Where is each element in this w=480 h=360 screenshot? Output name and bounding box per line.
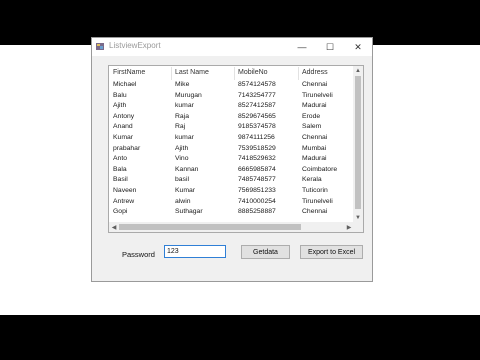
table-row[interactable]: prabahar Ajith 7539518529 Mumbai xyxy=(109,144,354,155)
cell-mobileno: 8574124578 xyxy=(238,81,276,88)
cell-mobileno: 7143254777 xyxy=(238,91,276,99)
vertical-scrollbar[interactable]: ▲ ▼ xyxy=(353,66,363,223)
listview-grid: FirstName Last Name MobileNo Address Mic… xyxy=(109,66,354,224)
password-label: Password xyxy=(122,250,155,259)
cell-address: Chennai xyxy=(302,81,328,88)
table-row[interactable]: Bala Kannan 6665985874 Coimbatore xyxy=(109,165,354,176)
cell-firstname: Naveen xyxy=(113,187,137,194)
cell-lastname: Suthagar xyxy=(175,208,203,216)
cell-lastname: alwin xyxy=(175,197,191,205)
cell-address: Chennai xyxy=(302,208,328,216)
cell-address: Madurai xyxy=(302,155,327,163)
cell-firstname: Kumar xyxy=(113,134,134,141)
cell-firstname: Gopi xyxy=(113,208,128,216)
table-row[interactable]: Antony Raja 8529674565 Erode xyxy=(109,112,354,123)
cell-firstname: Anand xyxy=(113,123,133,131)
cell-address: Madurai xyxy=(302,102,327,110)
app-icon xyxy=(96,43,104,50)
minimize-button[interactable]: — xyxy=(288,38,316,56)
cell-lastname: kumar xyxy=(175,102,194,110)
cell-mobileno: 8527412587 xyxy=(238,102,276,110)
column-header-mobileno[interactable]: MobileNo xyxy=(238,69,268,76)
cell-address: Kerala xyxy=(302,176,322,184)
close-button[interactable]: ✕ xyxy=(344,38,372,56)
cell-mobileno: 7569851233 xyxy=(238,187,276,194)
cell-address: Salem xyxy=(302,123,322,131)
letterbox-bottom xyxy=(0,315,480,360)
cell-lastname: Kannan xyxy=(175,165,199,173)
column-header-firstname[interactable]: FirstName xyxy=(113,69,145,76)
password-input[interactable] xyxy=(164,245,226,258)
column-header-address[interactable]: Address xyxy=(302,69,328,76)
cell-lastname: Ajith xyxy=(175,144,189,152)
column-divider[interactable] xyxy=(234,67,235,80)
cell-firstname: Antrew xyxy=(113,197,135,205)
table-row[interactable]: Kumar kumar 9874111256 Chennai xyxy=(109,133,354,144)
cell-lastname: Murugan xyxy=(175,91,202,99)
column-divider[interactable] xyxy=(298,67,299,80)
cell-mobileno: 9874111256 xyxy=(238,134,275,141)
table-row[interactable]: Basil basil 7485748577 Kerala xyxy=(109,175,354,186)
scroll-up-arrow-icon[interactable]: ▲ xyxy=(353,66,363,76)
cell-firstname: Basil xyxy=(113,176,128,184)
table-row[interactable]: Naveen Kumar 7569851233 Tuticorin xyxy=(109,186,354,197)
cell-lastname: Kumar xyxy=(175,187,196,194)
cell-firstname: prabahar xyxy=(113,144,141,152)
horizontal-scroll-thumb[interactable] xyxy=(119,224,301,230)
cell-address: Erode xyxy=(302,112,321,120)
title-bar[interactable]: ListviewExport — ☐ ✕ xyxy=(92,38,372,56)
export-to-excel-button[interactable]: Export to Excel xyxy=(300,245,363,259)
cell-lastname: Raj xyxy=(175,123,186,131)
getdata-button[interactable]: Getdata xyxy=(241,245,290,259)
scrollbar-corner xyxy=(353,222,363,232)
column-header-row: FirstName Last Name MobileNo Address xyxy=(109,66,354,80)
cell-address: Tuticorin xyxy=(302,187,328,194)
table-row[interactable]: Antrew alwin 7410000254 Tirunelveli xyxy=(109,197,354,208)
window-title: ListviewExport xyxy=(109,41,161,50)
vertical-scroll-thumb[interactable] xyxy=(355,76,361,209)
cell-address: Tirunelveli xyxy=(302,197,333,205)
table-row[interactable]: Gopi Suthagar 8885258887 Chennai xyxy=(109,207,354,218)
cell-lastname: Mike xyxy=(175,81,190,88)
app-window: ListviewExport — ☐ ✕ FirstName Last Name… xyxy=(91,37,373,282)
cell-address: Chennai xyxy=(302,134,328,141)
cell-mobileno: 8529674565 xyxy=(238,112,276,120)
listview[interactable]: FirstName Last Name MobileNo Address Mic… xyxy=(108,65,364,233)
scroll-left-arrow-icon[interactable]: ◀ xyxy=(109,222,119,232)
cell-mobileno: 9185374578 xyxy=(238,123,276,131)
cell-mobileno: 7539518529 xyxy=(238,144,276,152)
cell-lastname: Raja xyxy=(175,112,189,120)
cell-firstname: Antony xyxy=(113,112,135,120)
cell-mobileno: 7485748577 xyxy=(238,176,276,184)
cell-address: Coimbatore xyxy=(302,165,338,173)
cell-mobileno: 6665985874 xyxy=(238,165,276,173)
cell-address: Mumbai xyxy=(302,144,327,152)
cell-mobileno: 8885258887 xyxy=(238,208,276,216)
cell-mobileno: 7410000254 xyxy=(238,197,276,205)
table-row[interactable]: Anto Vino 7418529632 Madurai xyxy=(109,154,354,165)
table-row[interactable]: Balu Murugan 7143254777 Tirunelveli xyxy=(109,91,354,102)
cell-lastname: basil xyxy=(175,176,189,184)
table-row[interactable]: Anand Raj 9185374578 Salem xyxy=(109,122,354,133)
cell-firstname: Michael xyxy=(113,81,137,88)
maximize-button[interactable]: ☐ xyxy=(316,38,344,56)
cell-lastname: kumar xyxy=(175,134,194,141)
table-row[interactable]: Ajith kumar 8527412587 Madurai xyxy=(109,101,354,112)
cell-lastname: Vino xyxy=(175,155,189,163)
table-row[interactable]: Michael Mike 8574124578 Chennai xyxy=(109,80,354,91)
column-header-lastname[interactable]: Last Name xyxy=(175,69,209,76)
horizontal-scrollbar[interactable]: ◀ ▶ xyxy=(109,222,354,232)
column-divider[interactable] xyxy=(171,67,172,80)
cell-firstname: Anto xyxy=(113,155,127,163)
cell-firstname: Bala xyxy=(113,165,127,173)
cell-firstname: Ajith xyxy=(113,102,127,110)
cell-mobileno: 7418529632 xyxy=(238,155,276,163)
cell-firstname: Balu xyxy=(113,91,127,99)
cell-address: Tirunelveli xyxy=(302,91,333,99)
